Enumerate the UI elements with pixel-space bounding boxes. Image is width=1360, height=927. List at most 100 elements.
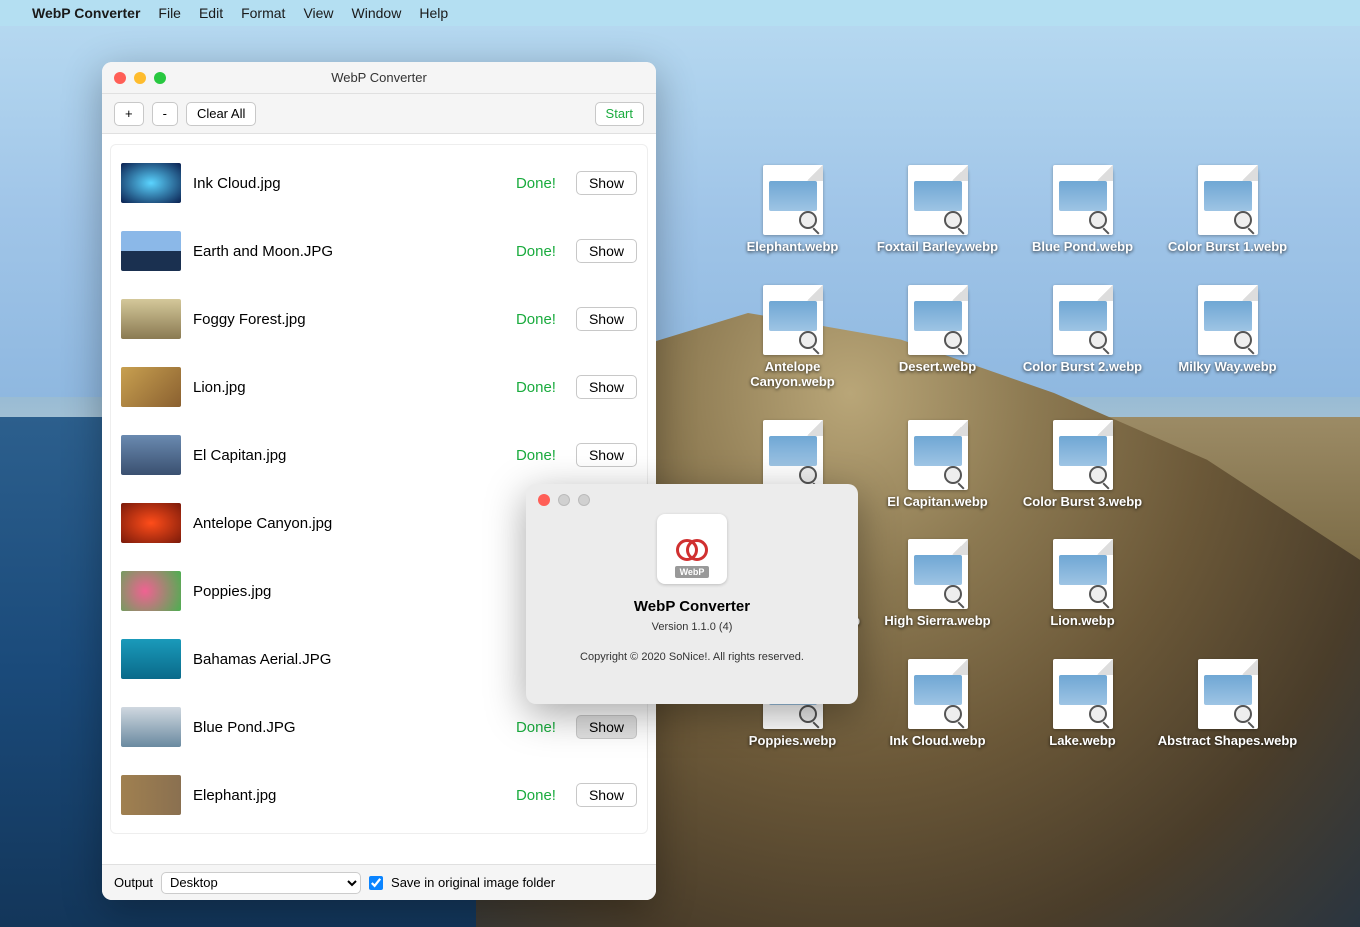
file-icon [908,539,968,609]
desktop-file-icon[interactable]: Elephant.webp [720,165,865,255]
file-label: Blue Pond.webp [1032,239,1133,255]
file-label: Ink Cloud.webp [889,733,985,749]
file-name: Ink Cloud.jpg [193,175,504,192]
desktop-file-icon[interactable]: Color Burst 2.webp [1010,285,1155,390]
file-thumbnail [121,571,181,611]
menubar: WebP Converter File Edit Format View Win… [0,0,1360,26]
desktop-file-icon[interactable]: High Sierra.webp [865,539,1010,629]
file-thumbnail [121,707,181,747]
file-icon [1053,659,1113,729]
menu-format[interactable]: Format [241,5,285,21]
show-button[interactable]: Show [576,715,637,739]
file-name: El Capitan.jpg [193,447,504,464]
file-icon [908,659,968,729]
about-dialog: WebP WebP Converter Version 1.1.0 (4) Co… [526,484,858,704]
file-icon [1198,285,1258,355]
file-status: Done! [516,447,556,464]
file-label: Milky Way.webp [1178,359,1276,375]
file-status: Done! [516,379,556,396]
file-label: Color Burst 3.webp [1023,494,1142,510]
file-row[interactable]: Foggy Forest.jpg Done! Show [111,285,647,353]
file-thumbnail [121,503,181,543]
save-original-checkbox[interactable] [369,876,383,890]
desktop-file-icon[interactable]: Milky Way.webp [1155,285,1300,390]
file-thumbnail [121,435,181,475]
file-thumbnail [121,299,181,339]
file-row[interactable]: Elephant.jpg Done! Show [111,761,647,829]
webp-converter-window: WebP Converter + - Clear All Start Ink C… [102,62,656,900]
file-row[interactable]: Lion.jpg Done! Show [111,353,647,421]
toolbar: + - Clear All Start [102,94,656,134]
file-name: Elephant.jpg [193,787,504,804]
file-thumbnail [121,367,181,407]
file-thumbnail [121,775,181,815]
file-name: Foggy Forest.jpg [193,311,504,328]
about-title: WebP Converter [634,598,750,615]
app-menu[interactable]: WebP Converter [32,5,140,21]
file-icon [1053,165,1113,235]
file-label: Elephant.webp [747,239,839,255]
file-status: Done! [516,175,556,192]
file-status: Done! [516,787,556,804]
file-icon [763,285,823,355]
show-button[interactable]: Show [576,239,637,263]
file-icon [763,420,823,490]
file-icon [908,420,968,490]
file-icon [1053,420,1113,490]
file-row[interactable]: Ink Cloud.jpg Done! Show [111,149,647,217]
file-icon [1053,285,1113,355]
file-thumbnail [121,163,181,203]
desktop-file-icon[interactable]: Abstract Shapes.webp [1155,659,1300,749]
file-label: Abstract Shapes.webp [1158,733,1297,749]
desktop-file-icon[interactable]: Foxtail Barley.webp [865,165,1010,255]
file-label: Poppies.webp [749,733,836,749]
file-row[interactable]: Earth and Moon.JPG Done! Show [111,217,647,285]
zoom-button[interactable] [154,72,166,84]
menu-help[interactable]: Help [419,5,448,21]
file-name: Earth and Moon.JPG [193,243,504,260]
output-select[interactable]: Desktop [161,872,361,894]
desktop-file-icon[interactable]: Ink Cloud.webp [865,659,1010,749]
menu-file[interactable]: File [158,5,181,21]
file-label: Lion.webp [1050,613,1114,629]
desktop-file-icon[interactable]: Blue Pond.webp [1010,165,1155,255]
app-icon: WebP [657,514,727,584]
close-button[interactable] [114,72,126,84]
titlebar[interactable]: WebP Converter [102,62,656,94]
clear-all-button[interactable]: Clear All [186,102,256,126]
show-button[interactable]: Show [576,783,637,807]
file-icon [1198,165,1258,235]
file-status: Done! [516,311,556,328]
remove-button[interactable]: - [152,102,178,126]
file-label: El Capitan.webp [887,494,987,510]
add-button[interactable]: + [114,102,144,126]
menu-view[interactable]: View [303,5,333,21]
file-label: Color Burst 2.webp [1023,359,1142,375]
menu-window[interactable]: Window [352,5,402,21]
about-minimize-button [558,494,570,506]
minimize-button[interactable] [134,72,146,84]
file-label: Lake.webp [1049,733,1115,749]
show-button[interactable]: Show [576,307,637,331]
file-row[interactable]: El Capitan.jpg Done! Show [111,421,647,489]
menu-edit[interactable]: Edit [199,5,223,21]
about-zoom-button [578,494,590,506]
desktop-file-icon[interactable]: Color Burst 3.webp [1010,420,1155,510]
desktop-file-icon[interactable]: Antelope Canyon.webp [720,285,865,390]
window-title: WebP Converter [331,70,427,85]
desktop-file-icon[interactable]: Lion.webp [1010,539,1155,629]
desktop-file-icon[interactable]: Desert.webp [865,285,1010,390]
file-status: Done! [516,719,556,736]
show-button[interactable]: Show [576,375,637,399]
start-button[interactable]: Start [595,102,644,126]
about-close-button[interactable] [538,494,550,506]
desktop-file-icon[interactable]: Lake.webp [1010,659,1155,749]
show-button[interactable]: Show [576,171,637,195]
file-icon [1198,659,1258,729]
file-name: Lion.jpg [193,379,504,396]
desktop-file-icon[interactable]: Color Burst 1.webp [1155,165,1300,255]
save-original-label: Save in original image folder [391,875,555,890]
show-button[interactable]: Show [576,443,637,467]
desktop-file-icon[interactable]: El Capitan.webp [865,420,1010,510]
file-status: Done! [516,243,556,260]
